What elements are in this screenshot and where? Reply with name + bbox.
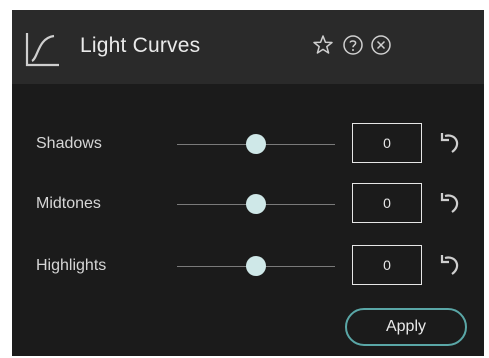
reset-icon[interactable] [436,189,462,217]
slider-thumb[interactable] [246,256,266,276]
shadows-value-input[interactable]: 0 [352,123,422,163]
midtones-value-input[interactable]: 0 [352,183,422,223]
shadows-label: Shadows [36,135,102,152]
midtones-label: Midtones [36,195,101,212]
close-icon[interactable] [370,34,392,56]
highlights-row: Highlights 0 [12,245,484,289]
light-curves-panel: Light Curves Shadows 0 Midtones 0 Highli… [12,10,484,356]
reset-icon[interactable] [436,251,462,279]
apply-button[interactable]: Apply [345,308,467,346]
help-icon[interactable] [342,34,364,56]
reset-icon[interactable] [436,129,462,157]
highlights-slider[interactable] [177,256,335,276]
panel-title: Light Curves [80,34,201,57]
highlights-label: Highlights [36,257,107,274]
shadows-row: Shadows 0 [12,123,484,167]
midtones-row: Midtones 0 [12,183,484,227]
shadows-slider[interactable] [177,134,335,154]
highlights-value-input[interactable]: 0 [352,245,422,285]
slider-thumb[interactable] [246,194,266,214]
panel-header: Light Curves [12,10,484,84]
slider-thumb[interactable] [246,134,266,154]
star-icon[interactable] [312,34,334,56]
curve-icon [25,33,59,67]
midtones-slider[interactable] [177,194,335,214]
